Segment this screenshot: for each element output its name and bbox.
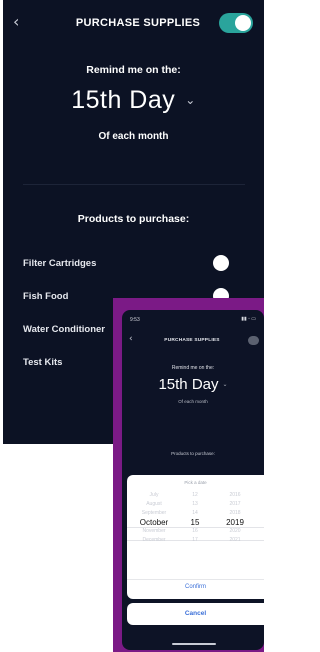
back-chevron-icon[interactable]: ‹ bbox=[13, 12, 19, 31]
divider bbox=[23, 184, 245, 185]
wheel-option[interactable]: September bbox=[134, 509, 174, 518]
selected-day[interactable]: 15 bbox=[180, 518, 210, 527]
each-month-label: Of each month bbox=[98, 131, 169, 142]
screen-title: PURCHASE SUPPLIES bbox=[75, 17, 201, 29]
divider bbox=[127, 579, 264, 580]
confirm-button[interactable]: Confirm bbox=[127, 584, 264, 590]
wheel-option[interactable]: 2017 bbox=[215, 500, 255, 509]
wheel-option[interactable]: 12 bbox=[180, 491, 210, 500]
remind-label: Remind me on the: bbox=[86, 64, 181, 76]
day-selector[interactable]: 15th Day ⌄ bbox=[122, 376, 264, 393]
status-time: 9:53 bbox=[130, 317, 140, 323]
month-wheel[interactable]: July August September October November D… bbox=[134, 491, 174, 545]
filter-cartridges-toggle[interactable] bbox=[211, 253, 245, 273]
product-label: Fish Food bbox=[23, 291, 69, 302]
products-heading: Products to purchase: bbox=[77, 213, 190, 225]
wheel-option[interactable]: 2021 bbox=[215, 536, 255, 545]
products-heading: Products to purchase: bbox=[171, 451, 215, 456]
product-label: Water Conditioner bbox=[23, 324, 105, 335]
product-label: Filter Cartridges bbox=[23, 258, 97, 269]
wheel-option[interactable]: 2016 bbox=[215, 491, 255, 500]
wheel-option[interactable]: December bbox=[134, 536, 174, 545]
purchase-supplies-toggle[interactable] bbox=[219, 13, 253, 33]
wheel-option[interactable]: July bbox=[134, 491, 174, 500]
inset-frame: 9:53 ▮▮ ◦ ▭ ‹ PURCHASE SUPPLIES Remind m… bbox=[113, 298, 264, 652]
date-picker-sheet: Pick a date July August September Octobe… bbox=[127, 475, 264, 599]
picker-title: Pick a date bbox=[184, 480, 207, 485]
back-chevron-icon[interactable]: ‹ bbox=[129, 334, 133, 344]
selected-year[interactable]: 2019 bbox=[215, 518, 255, 527]
product-label: Test Kits bbox=[23, 357, 63, 368]
wheel-option[interactable]: 16 bbox=[180, 527, 210, 536]
wheel-option[interactable]: 2020 bbox=[215, 527, 255, 536]
each-month-label: Of each month bbox=[178, 399, 208, 404]
year-wheel[interactable]: 2016 2017 2018 2019 2020 2021 bbox=[215, 491, 255, 545]
wheel-option[interactable]: November bbox=[134, 527, 174, 536]
toggle-knob bbox=[213, 255, 229, 271]
wheel-option[interactable]: 17 bbox=[180, 536, 210, 545]
day-wheel[interactable]: 12 13 14 15 16 17 bbox=[180, 491, 210, 545]
day-value: 15th Day bbox=[158, 376, 219, 393]
selected-month[interactable]: October bbox=[134, 518, 174, 527]
signal-icon: ▮▮ ◦ ▭ bbox=[241, 316, 256, 322]
wheel-option[interactable]: 2018 bbox=[215, 509, 255, 518]
wheel-option[interactable]: 14 bbox=[180, 509, 210, 518]
toggle-knob bbox=[235, 15, 251, 31]
screen-title: PURCHASE SUPPLIES bbox=[164, 338, 220, 343]
purchase-supplies-toggle[interactable] bbox=[248, 336, 259, 345]
day-selector[interactable]: 15th Day ⌄ bbox=[3, 86, 264, 115]
wheel-option[interactable]: August bbox=[134, 500, 174, 509]
wheel-option[interactable]: 13 bbox=[180, 500, 210, 509]
cancel-button[interactable]: Cancel bbox=[127, 603, 264, 625]
day-value: 15th Day bbox=[71, 86, 176, 114]
chevron-down-icon: ⌄ bbox=[222, 381, 228, 388]
chevron-down-icon: ⌄ bbox=[185, 93, 196, 107]
home-indicator bbox=[172, 643, 216, 645]
phone-screen: 9:53 ▮▮ ◦ ▭ ‹ PURCHASE SUPPLIES Remind m… bbox=[122, 310, 264, 650]
remind-label: Remind me on the: bbox=[171, 365, 215, 371]
